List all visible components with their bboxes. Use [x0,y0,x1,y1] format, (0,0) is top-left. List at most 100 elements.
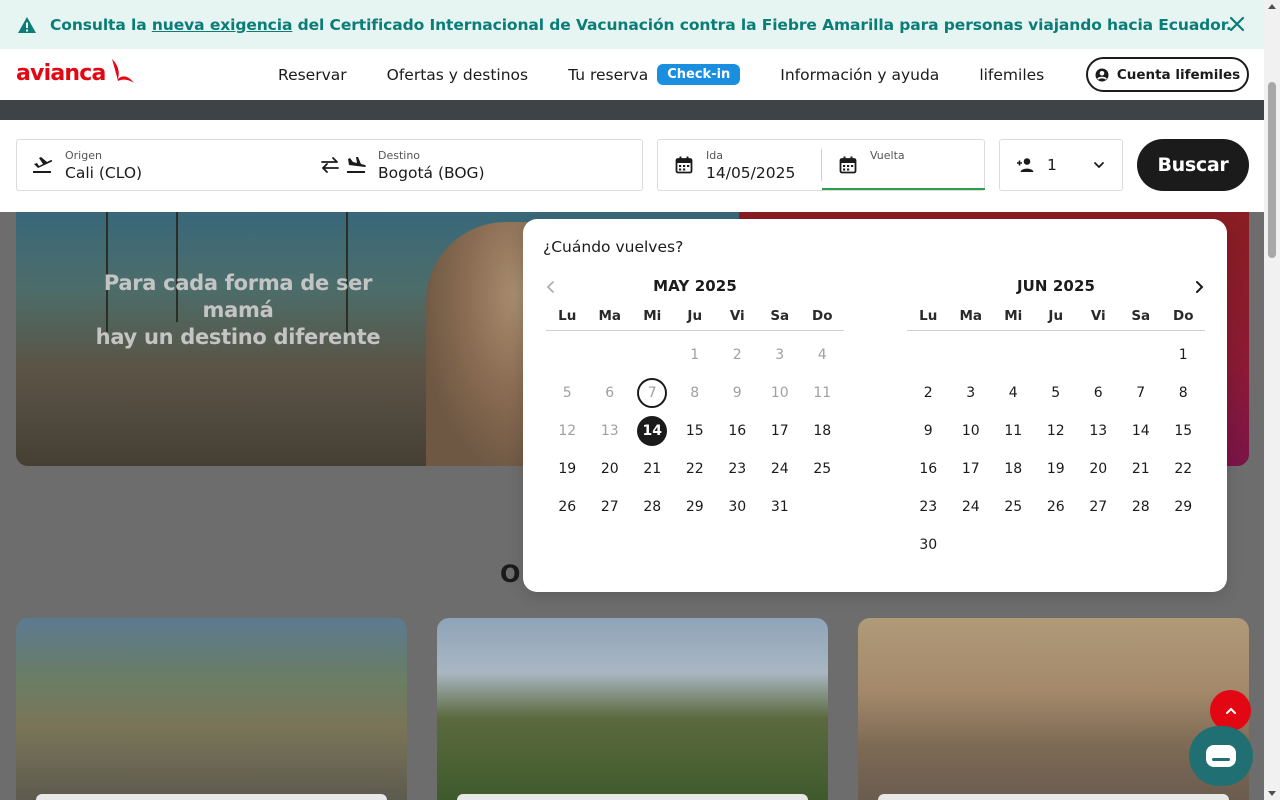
day-30[interactable]: 30 [907,526,950,564]
destination-value[interactable]: Bogotá (BOG) [378,164,618,182]
weekday-label: Sa [770,308,790,324]
nav-lifemiles[interactable]: lifemiles [979,66,1044,84]
day-21[interactable]: 21 [1120,450,1163,488]
search-button[interactable]: Buscar [1137,139,1249,191]
day-8[interactable]: 8 [1162,374,1205,412]
day-19[interactable]: 19 [1035,450,1078,488]
nav-ofertas[interactable]: Ofertas y destinos [387,66,528,84]
scroll-to-top-button[interactable] [1210,690,1251,731]
day-30[interactable]: 30 [716,488,759,526]
day-29[interactable]: 29 [1162,488,1205,526]
day-24[interactable]: 24 [759,450,802,488]
day-number: 14 [1131,423,1150,439]
chat-icon [1206,745,1236,767]
day-16[interactable]: 16 [907,450,950,488]
day-number: 3 [966,385,976,401]
day-25[interactable]: 25 [801,450,844,488]
day-22[interactable]: 22 [1162,450,1205,488]
nav-informacion[interactable]: Información y ayuda [780,66,939,84]
day-25[interactable]: 25 [992,488,1035,526]
day-16[interactable]: 16 [716,412,759,450]
day-2[interactable]: 2 [907,374,950,412]
day-19[interactable]: 19 [546,450,589,488]
day-15[interactable]: 15 [1162,412,1205,450]
day-10[interactable]: 10 [950,412,993,450]
day-14[interactable]: 14 [631,412,674,450]
day-13[interactable]: 13 [1077,412,1120,450]
nav-reservar[interactable]: Reservar [278,66,347,84]
day-number: 31 [770,499,789,515]
vuelta-value[interactable] [870,164,970,184]
day-12[interactable]: 12 [1035,412,1078,450]
destination-card-cartagena[interactable] [858,618,1249,800]
checkin-badge[interactable]: Check-in [657,64,741,85]
day-14[interactable]: 14 [1120,412,1163,450]
origin-label: Origen [65,149,102,162]
day-number: 6 [1093,385,1103,401]
day-22[interactable]: 22 [674,450,717,488]
day-31[interactable]: 31 [759,488,802,526]
day-8: 8 [674,374,717,412]
page-scrollbar[interactable] [1264,0,1280,800]
day-24[interactable]: 24 [950,488,993,526]
avianca-logo[interactable]: avianca [16,59,136,87]
destination-card-guatape[interactable] [437,618,828,800]
destination-card-bogota[interactable] [16,618,407,800]
day-23[interactable]: 23 [907,488,950,526]
day-number: 25 [813,461,832,477]
day-27[interactable]: 27 [1077,488,1120,526]
day-21[interactable]: 21 [631,450,674,488]
day-17[interactable]: 17 [759,412,802,450]
alert-message: Consulta la nueva exigencia del Certific… [50,16,1232,34]
day-number: 4 [817,347,827,363]
day-3[interactable]: 3 [950,374,993,412]
day-29[interactable]: 29 [674,488,717,526]
ida-value[interactable]: 14/05/2025 [706,164,795,182]
day-27[interactable]: 27 [589,488,632,526]
day-6[interactable]: 6 [1077,374,1120,412]
nav-tu-reserva[interactable]: Tu reserva Check-in [568,64,741,85]
day-number: 12 [558,423,577,439]
day-number: 2 [923,385,933,401]
chat-button[interactable] [1189,726,1253,786]
day-9[interactable]: 9 [907,412,950,450]
day-20[interactable]: 20 [1077,450,1120,488]
day-number: 23 [919,499,938,515]
empty-day-cell [589,336,632,374]
day-12: 12 [546,412,589,450]
account-button[interactable]: Cuenta lifemiles [1086,57,1249,92]
day-23[interactable]: 23 [716,450,759,488]
weekday-label: Do [812,308,833,324]
day-26[interactable]: 26 [1035,488,1078,526]
day-number: 18 [813,423,832,439]
day-28[interactable]: 28 [1120,488,1163,526]
alert-link[interactable]: nueva exigencia [152,16,293,34]
day-1[interactable]: 1 [1162,336,1205,374]
close-icon[interactable] [1227,14,1247,34]
day-number: 7 [1136,385,1146,401]
weekday-label: Ju [687,308,703,324]
day-11[interactable]: 11 [992,412,1035,450]
site-header: avianca Reservar Ofertas y destinos Tu r… [0,49,1264,100]
day-number: 12 [1046,423,1065,439]
origin-value[interactable]: Cali (CLO) [65,164,305,182]
warning-icon [18,16,36,33]
day-4[interactable]: 4 [992,374,1035,412]
day-7[interactable]: 7 [1120,374,1163,412]
day-18[interactable]: 18 [801,412,844,450]
weekday-label: Ju [1048,308,1064,324]
day-28[interactable]: 28 [631,488,674,526]
day-15[interactable]: 15 [674,412,717,450]
day-18[interactable]: 18 [992,450,1035,488]
day-number: 2 [732,347,742,363]
day-20[interactable]: 20 [589,450,632,488]
swap-icon[interactable] [320,156,340,174]
day-number: 19 [558,461,577,477]
scroll-down-arrow-icon[interactable] [1268,791,1276,796]
scrollbar-thumb[interactable] [1268,82,1276,258]
day-17[interactable]: 17 [950,450,993,488]
day-5[interactable]: 5 [1035,374,1078,412]
scroll-up-arrow-icon[interactable] [1268,4,1276,9]
day-number: 15 [1174,423,1193,439]
day-26[interactable]: 26 [546,488,589,526]
